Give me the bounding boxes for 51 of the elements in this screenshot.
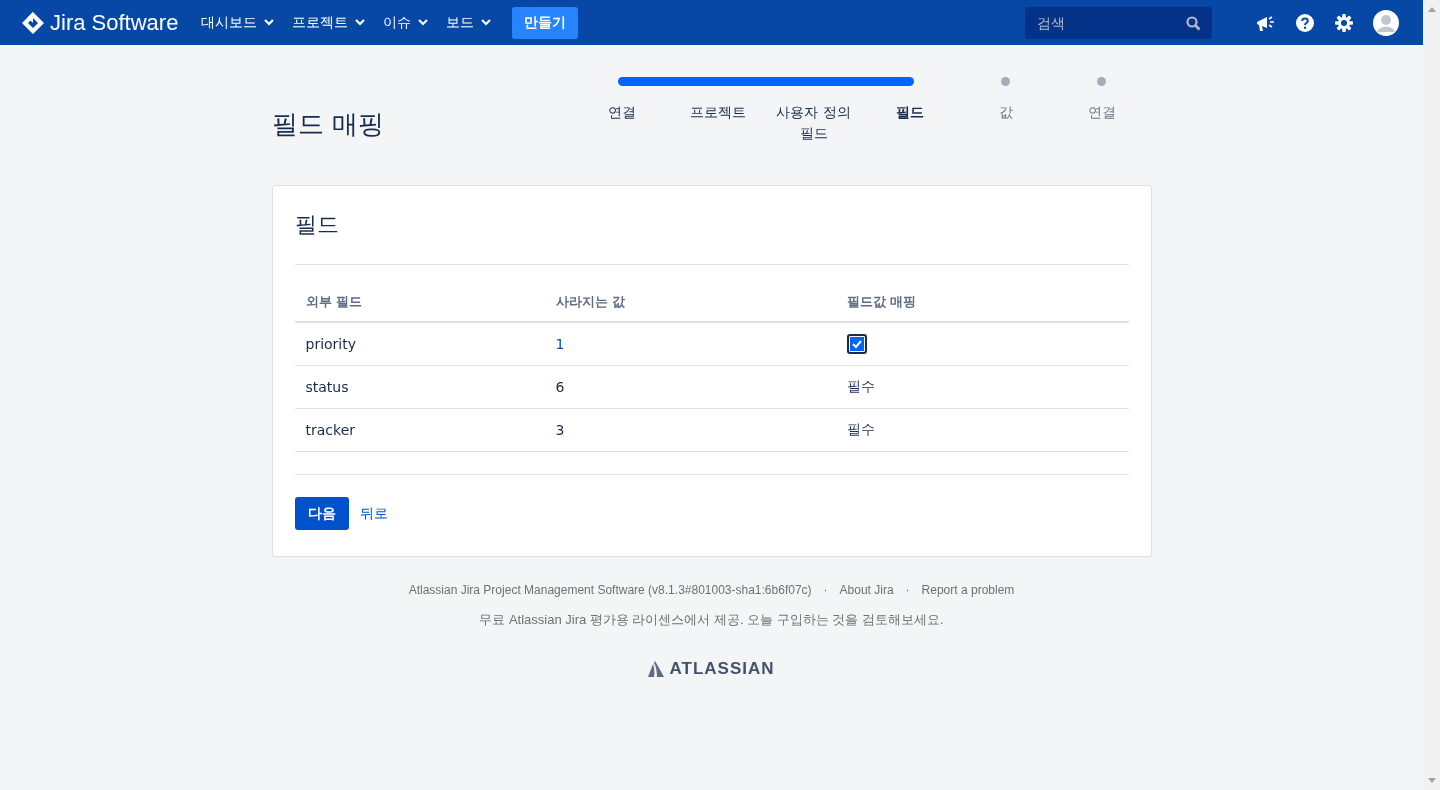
- logo-text: Jira Software: [50, 9, 179, 36]
- jira-logo[interactable]: Jira Software: [22, 9, 179, 36]
- step-label: 연결: [606, 103, 637, 122]
- footer-link[interactable]: About Jira: [839, 583, 894, 597]
- nav-menu-dropdown[interactable]: 보드: [437, 6, 501, 39]
- settings-icon[interactable]: [1335, 13, 1353, 32]
- checkmark-icon: [850, 338, 863, 350]
- step-label: 사용자 정의 필드: [775, 103, 852, 143]
- create-button[interactable]: 만들기: [512, 6, 579, 39]
- atlassian-logo[interactable]: ATLASSIAN: [648, 659, 775, 679]
- column-header: 사라지는 값: [544, 293, 836, 322]
- table-cell: 3: [544, 408, 836, 452]
- brand-text: ATLASSIAN: [669, 659, 775, 679]
- separator-dot: ·: [823, 583, 828, 597]
- search-icon: [1186, 15, 1201, 31]
- chevron-down-icon: [264, 19, 275, 26]
- page-title: 필드 매핑: [271, 108, 385, 141]
- column-header: 외부 필드: [294, 293, 545, 322]
- search-field[interactable]: 검색: [1025, 6, 1212, 39]
- back-link[interactable]: 뒤로: [359, 504, 388, 523]
- table-cell: priority: [294, 322, 545, 366]
- step-label: 값: [997, 103, 1014, 122]
- chevron-down-icon: [355, 19, 366, 26]
- nav-menu-dropdown[interactable]: 대시보드: [192, 6, 284, 39]
- step-label: 프로젝트: [688, 103, 747, 122]
- chevron-down-icon: [481, 19, 492, 26]
- table-cell[interactable]: 1: [544, 322, 836, 366]
- table-cell: 6: [544, 365, 836, 409]
- checkbox[interactable]: [846, 334, 867, 354]
- scrollbar-drawing[interactable]: [1423, 0, 1440, 790]
- license-notice: 무료 Atlassian Jira 평가용 라이센스에서 제공. 오늘 구입하는 것을 검토해보세요.: [479, 611, 944, 629]
- nav-menu-dropdown[interactable]: 프로젝트: [283, 6, 375, 39]
- column-header: 필드값 매핑: [835, 293, 1129, 322]
- chevron-down-icon: [418, 19, 429, 26]
- card-title: 필드: [294, 211, 340, 239]
- diamond-logo-icon: [22, 11, 44, 34]
- table-cell: 필수: [835, 365, 1129, 409]
- next-button[interactable]: 다음: [294, 497, 349, 530]
- step-label: 필드: [894, 103, 925, 122]
- table-cell: tracker: [294, 408, 545, 452]
- triangle-logo-icon: [648, 661, 665, 677]
- avatar-icon[interactable]: [1373, 9, 1399, 36]
- step-label: 연결: [1086, 103, 1117, 122]
- nav-menu-dropdown[interactable]: 이슈: [374, 6, 438, 39]
- table-cell: 필수: [835, 408, 1129, 452]
- separator-dot: ·: [905, 583, 910, 597]
- help-icon[interactable]: [1296, 13, 1314, 32]
- table-cell: status: [294, 365, 545, 409]
- megaphone-icon[interactable]: [1255, 13, 1275, 32]
- footer-link[interactable]: Report a problem: [921, 583, 1015, 597]
- footer-link[interactable]: Atlassian Jira Project Management Software (v8.1.3#801003-sha1:6b6f07c): [408, 583, 812, 597]
